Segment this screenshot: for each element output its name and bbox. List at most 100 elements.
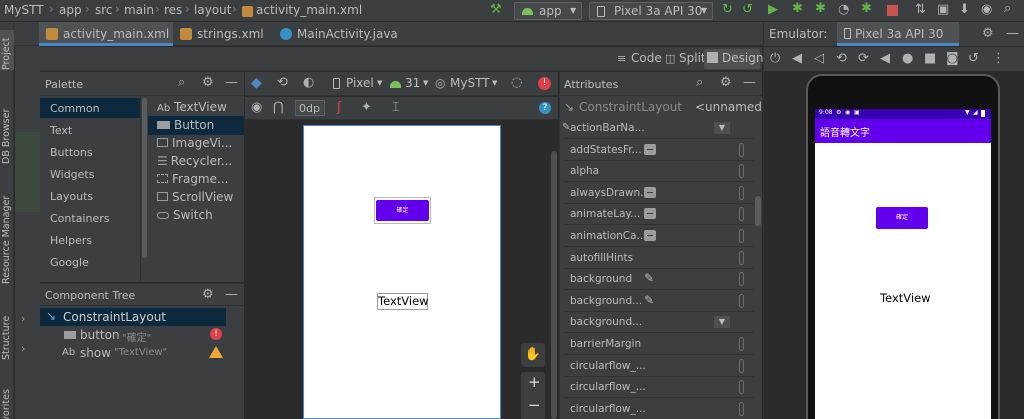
preview-textview[interactable]: TextView <box>377 293 429 310</box>
palette-category-text[interactable]: Text <box>50 124 72 137</box>
attribute-value-field[interactable] <box>739 229 744 243</box>
attribute-row[interactable]: alwaysDrawn... <box>564 183 754 204</box>
attribute-row[interactable]: background... ✎ <box>564 291 754 312</box>
canvas-scrollbar[interactable] <box>551 151 557 419</box>
attribute-value-field[interactable] <box>739 337 744 351</box>
palette-category-layouts[interactable]: Layouts <box>50 190 93 203</box>
overview-icon[interactable]: ■ <box>924 52 936 66</box>
api-dropdown[interactable]: 31 <box>405 76 420 90</box>
attributes-scrollbar[interactable] <box>755 196 761 226</box>
zoom-in-button[interactable]: + <box>528 373 541 391</box>
clear-constraints-icon[interactable]: ʃ <box>337 100 341 115</box>
run-config-selector[interactable]: app ▼ <box>514 2 582 20</box>
breadcrumb-main[interactable]: main <box>124 3 154 17</box>
palette-item-switch[interactable]: Switch <box>157 208 213 222</box>
attach-debugger-icon[interactable]: ✱ <box>815 2 826 16</box>
chevron-right-icon[interactable]: › <box>21 312 25 325</box>
orientation-icon[interactable]: ⟲ <box>277 75 288 90</box>
infer-constraints-icon[interactable]: ✦ <box>361 100 372 115</box>
attribute-value-field[interactable] <box>739 293 744 308</box>
warning-icon[interactable] <box>209 346 223 358</box>
phone-screen[interactable]: 9:08 ⚙ ◉ ▣ ▼ ◢ 語音轉文字 確定 TextView <box>815 109 991 419</box>
debug-icon[interactable]: ✱ <box>792 2 803 16</box>
minimize-icon[interactable]: — <box>743 76 756 90</box>
palette-category-common[interactable]: Common <box>50 102 100 115</box>
minimize-icon[interactable]: — <box>1006 27 1019 41</box>
attribute-value-field[interactable] <box>739 401 744 416</box>
profile-icon[interactable]: ◔ <box>838 3 849 17</box>
palette-item-fragment[interactable]: Fragme... <box>157 172 228 186</box>
preview-button[interactable]: 確定 <box>376 200 429 221</box>
breadcrumb-src[interactable]: src <box>95 3 113 17</box>
attribute-row[interactable]: alpha <box>564 161 754 183</box>
attribute-row[interactable]: autofillHints <box>564 248 754 269</box>
attribute-row[interactable]: background ✎ <box>564 269 754 291</box>
home-icon[interactable]: ● <box>902 52 913 66</box>
palette-item-recyclerview[interactable]: ☰ Recycler... <box>157 154 232 168</box>
db-browser-tool-label[interactable]: DB Browser <box>1 109 12 164</box>
structure-tool-label[interactable]: Structure <box>1 316 12 360</box>
gear-icon[interactable]: ⚙ <box>202 288 214 302</box>
tree-row-textview[interactable]: Ab show "TextView" <box>40 344 226 362</box>
night-mode-icon[interactable]: ◐ <box>303 75 314 90</box>
palette-item-button[interactable]: Button <box>157 118 214 132</box>
snapshot-icon[interactable]: ↺ <box>968 52 979 66</box>
attribute-value-field[interactable] <box>739 164 744 179</box>
palette-scrollbar[interactable] <box>142 98 147 258</box>
layers-icon[interactable]: ◆ <box>251 75 262 91</box>
apply-code-changes-icon[interactable]: ↺ <box>742 3 753 17</box>
boolean-toggle[interactable] <box>644 186 656 198</box>
help-icon[interactable]: ? <box>539 102 551 114</box>
tab-main-activity[interactable]: MainActivity.java <box>273 22 403 46</box>
more-icon[interactable]: ⋮ <box>992 52 1005 66</box>
hammer-icon[interactable]: ⚒ <box>490 3 502 17</box>
breadcrumb-file[interactable]: activity_main.xml <box>256 3 362 17</box>
rotate-left-icon[interactable]: ⟲ <box>836 52 847 66</box>
theme-dropdown[interactable]: MySTT <box>450 76 490 90</box>
palette-category-containers[interactable]: Containers <box>50 212 110 225</box>
boolean-toggle[interactable] <box>644 208 656 220</box>
attribute-value-field[interactable] <box>739 272 744 287</box>
magnet-icon[interactable]: ⋂ <box>273 100 284 115</box>
attach-process-icon[interactable]: ✱ <box>861 2 872 16</box>
attribute-dropdown[interactable]: ▼ <box>714 316 730 329</box>
palette-category-buttons[interactable]: Buttons <box>50 146 93 159</box>
eye-icon[interactable]: ◉ <box>251 100 262 115</box>
split-mode-button[interactable]: Split <box>679 51 706 65</box>
search-icon[interactable]: ⌕ <box>1004 2 1011 16</box>
palette-item-textview[interactable]: Ab TextView <box>157 100 227 114</box>
breadcrumb-res[interactable]: res <box>164 3 182 17</box>
palette-category-widgets[interactable]: Widgets <box>50 168 94 181</box>
volume-up-icon[interactable]: ◀ <box>792 52 802 66</box>
attribute-row[interactable]: animateLay... <box>564 204 754 226</box>
error-badge-icon[interactable]: ! <box>538 77 551 90</box>
back-icon[interactable]: ◀ <box>880 52 890 66</box>
attribute-value-field[interactable] <box>739 250 744 265</box>
zoom-out-button[interactable]: − <box>528 396 541 414</box>
code-mode-button[interactable]: Code <box>631 51 662 65</box>
stop-icon[interactable] <box>887 5 898 16</box>
attribute-value-field[interactable] <box>739 358 744 373</box>
tab-strings[interactable]: strings.xml <box>173 22 273 46</box>
gear-icon[interactable]: ⚙ <box>720 76 732 90</box>
chevron-right-icon[interactable]: › <box>21 342 25 355</box>
device-manager-icon[interactable]: ▣ <box>937 3 949 17</box>
attribute-row[interactable]: barrierMargin <box>564 334 754 355</box>
default-margin-field[interactable]: 0dp <box>295 100 325 116</box>
device-dropdown[interactable]: Pixel <box>346 76 374 90</box>
boolean-toggle[interactable] <box>644 230 656 241</box>
attribute-row[interactable]: circularflow_... <box>564 399 754 419</box>
palette-item-imageview[interactable]: ImageVi... <box>157 136 232 150</box>
project-tool-label[interactable]: Project <box>1 37 12 70</box>
resource-manager-tool-label[interactable]: Resource Manager <box>1 196 12 284</box>
power-icon[interactable]: ⏻ <box>770 52 780 66</box>
emulator-device-tab[interactable]: Pixel 3a API 30 <box>837 22 959 46</box>
rotate-right-icon[interactable]: ⟳ <box>858 52 869 66</box>
device-selector[interactable]: Pixel 3a API 30 ▼ <box>589 2 713 20</box>
pan-tool-button[interactable]: ✋ <box>521 343 545 367</box>
minimize-icon[interactable]: — <box>225 76 238 90</box>
eyedropper-icon[interactable]: ✎ <box>644 271 654 285</box>
design-mode-button[interactable]: Design <box>704 49 763 69</box>
palette-category-helpers[interactable]: Helpers <box>50 234 92 247</box>
apply-changes-icon[interactable]: ↻ <box>722 3 733 17</box>
